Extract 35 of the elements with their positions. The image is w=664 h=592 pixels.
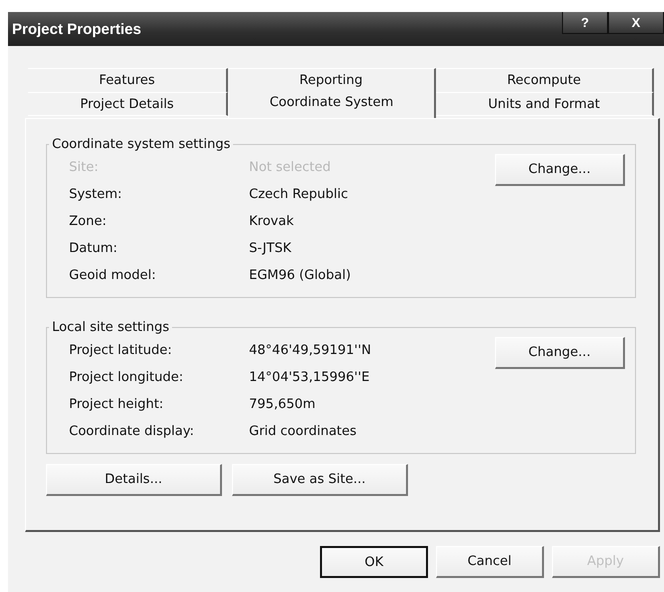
field-label: Project latitude: — [69, 343, 173, 358]
field-value: 795,650m — [249, 397, 316, 412]
save-as-site-button[interactable]: Save as Site... — [232, 464, 408, 496]
field-label: Site: — [69, 160, 100, 175]
dialog-button[interactable]: Cancel — [436, 546, 544, 578]
close-button[interactable]: X — [608, 12, 664, 34]
window-title: Project Properties — [11, 20, 142, 38]
field-label: Datum: — [69, 241, 118, 256]
tab[interactable]: Recompute — [436, 68, 654, 92]
field-label: Zone: — [69, 214, 108, 229]
field-value: EGM96 (Global) — [249, 268, 352, 283]
dialog-button[interactable]: OK — [320, 546, 428, 578]
field-value: 14°04'53,15996''E — [249, 370, 371, 385]
tab[interactable]: Features — [28, 68, 228, 92]
change-button[interactable]: Change... — [495, 154, 625, 186]
tab[interactable]: Project Details — [28, 92, 228, 116]
field-label: System: — [69, 187, 123, 202]
field-value: 48°46'49,59191''N — [249, 343, 372, 358]
field-value: S-JTSK — [249, 241, 292, 256]
field-label: Project height: — [69, 397, 164, 412]
field-label: Geoid model: — [69, 268, 157, 283]
field-value: Krovak — [249, 214, 295, 229]
group-title: Local site settings — [51, 320, 170, 335]
tab[interactable]: Units and Format — [436, 92, 654, 116]
field-value: Not selected — [249, 160, 332, 175]
field-label: Project longitude: — [69, 370, 184, 385]
help-button[interactable]: ? — [562, 12, 608, 34]
tab[interactable]: Coordinate System — [228, 92, 436, 118]
details-button[interactable]: Details... — [46, 464, 222, 496]
field-value: Grid coordinates — [249, 424, 358, 439]
field-label: Coordinate display: — [69, 424, 195, 439]
tab[interactable]: Reporting — [228, 68, 436, 92]
field-value: Czech Republic — [249, 187, 349, 202]
change-button[interactable]: Change... — [495, 337, 625, 369]
group-title: Coordinate system settings — [51, 137, 232, 152]
